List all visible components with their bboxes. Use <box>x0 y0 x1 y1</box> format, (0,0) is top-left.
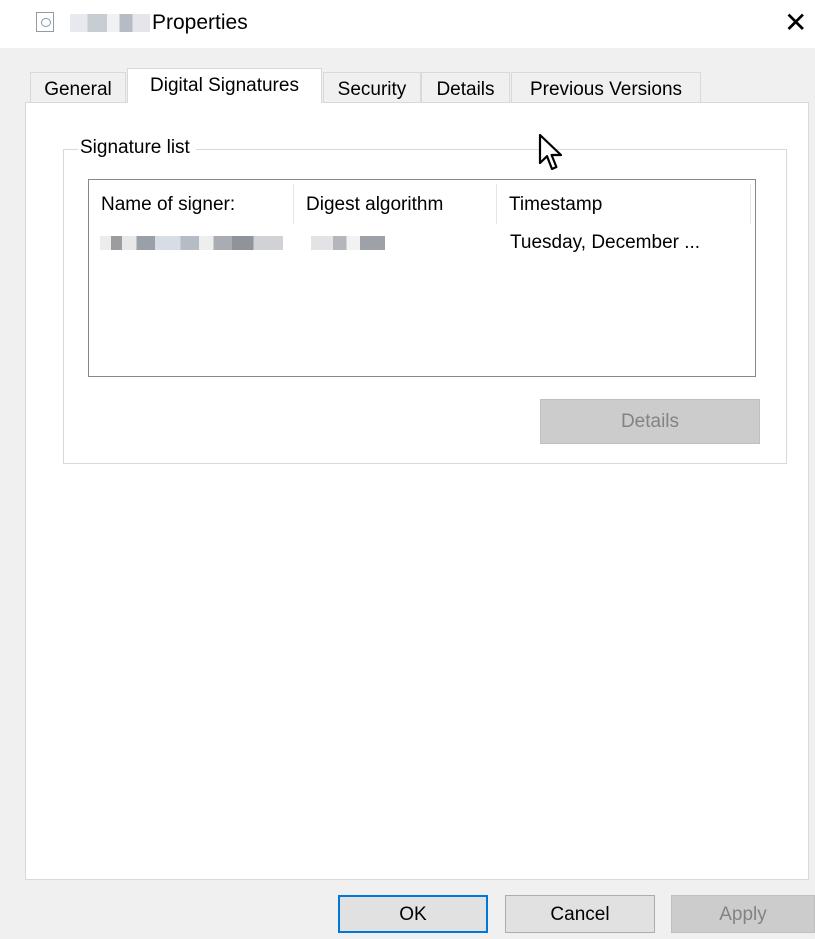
tab-digital-signatures[interactable]: Digital Signatures <box>127 68 322 103</box>
mouse-pointer-icon <box>538 133 563 171</box>
tab-content-panel: Signature list Name of signer: Digest al… <box>25 102 809 880</box>
column-header-timestamp[interactable]: Timestamp <box>497 180 751 226</box>
file-properties-icon <box>36 12 54 32</box>
tab-previous-versions[interactable]: Previous Versions <box>511 72 701 102</box>
apply-button[interactable]: Apply <box>671 895 815 933</box>
title-bar: Properties ✕ <box>0 0 815 48</box>
tab-general[interactable]: General <box>30 72 126 102</box>
file-name-redacted <box>70 14 150 32</box>
details-button[interactable]: Details <box>540 399 760 444</box>
tab-details[interactable]: Details <box>421 72 510 102</box>
cancel-button[interactable]: Cancel <box>505 895 655 933</box>
timestamp-cell: Tuesday, December ... <box>510 232 701 253</box>
window-title: Properties <box>152 11 248 34</box>
close-icon[interactable]: ✕ <box>784 6 807 39</box>
signature-list-legend: Signature list <box>78 137 196 159</box>
column-header-signer[interactable]: Name of signer: <box>89 180 293 226</box>
signer-name-redacted <box>100 236 283 250</box>
column-separator[interactable] <box>750 184 751 224</box>
ok-button[interactable]: OK <box>338 895 488 933</box>
column-header-digest[interactable]: Digest algorithm <box>294 180 496 226</box>
signature-list-group: Signature list Name of signer: Digest al… <box>63 137 787 464</box>
signature-list[interactable]: Name of signer: Digest algorithm Timesta… <box>88 179 756 377</box>
digest-algorithm-redacted <box>311 236 385 250</box>
tab-security[interactable]: Security <box>323 72 421 102</box>
